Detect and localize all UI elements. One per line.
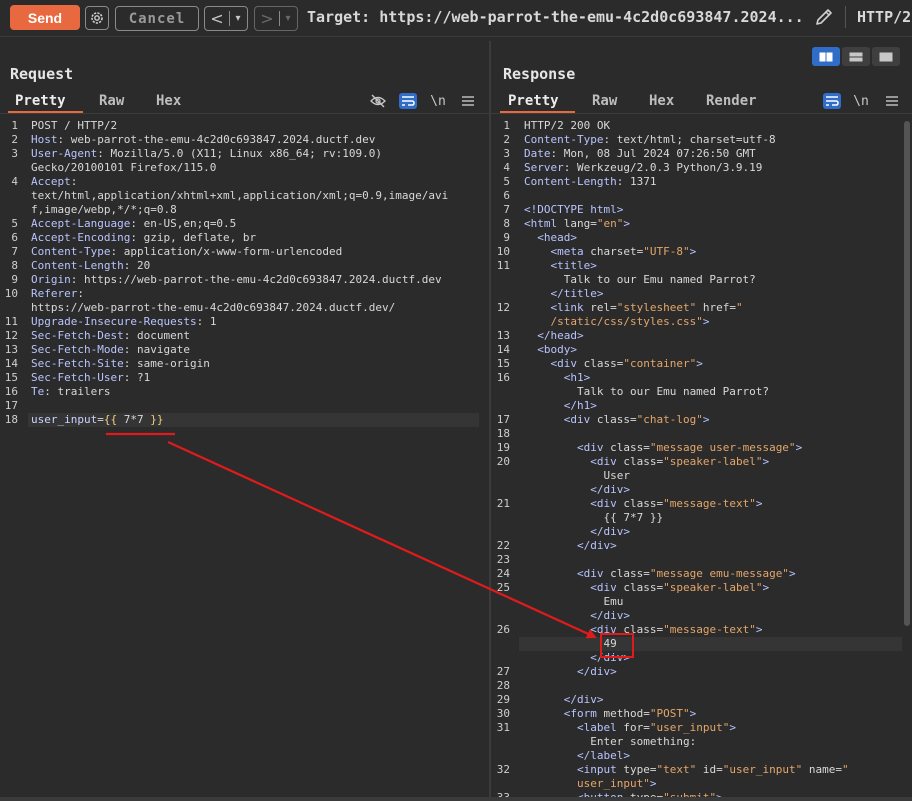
- status-bar: [0, 797, 912, 801]
- arrow-annotation: [167, 440, 597, 639]
- result-highlight-box: [600, 633, 634, 658]
- annotation-overlay: [106, 432, 634, 658]
